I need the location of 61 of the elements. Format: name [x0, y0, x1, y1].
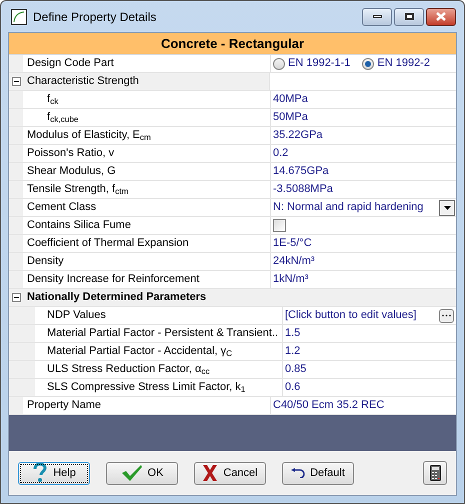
property-value: 24kN/m³: [273, 254, 315, 270]
group-label: Characteristic Strength: [27, 74, 139, 90]
window-title: Define Property Details: [33, 8, 156, 26]
help-button[interactable]: Help: [18, 462, 90, 484]
group-label: Nationally Determined Parameters: [27, 290, 206, 306]
calculator-button[interactable]: [423, 461, 447, 485]
property-label: Contains Silica Fume: [27, 218, 131, 234]
property-label: SLS Compressive Stress Limit Factor, k$_{1}$: [47, 380, 246, 396]
property-label: Density: [27, 254, 64, 270]
property-label: Property Name: [27, 398, 101, 414]
property-label: f$_{ck}$: [47, 92, 58, 108]
ellipsis-icon: [442, 314, 451, 317]
property-value: 35.22GPa: [273, 128, 323, 144]
collapse-icon[interactable]: [12, 293, 20, 302]
property-value: -3.5088MPa: [273, 182, 333, 198]
checkmark-icon: [120, 464, 143, 482]
property-value: 50MPa: [273, 110, 308, 126]
close-icon: [202, 464, 218, 482]
property-value: 0.6: [285, 380, 300, 396]
property-label: Material Partial Factor - Persistent & Transient..: [47, 326, 278, 342]
property-value: 14.675GPa: [273, 164, 329, 180]
question-mark-icon: [32, 463, 48, 483]
app-icon: [11, 8, 27, 24]
maximize-button[interactable]: [394, 8, 424, 26]
close-button[interactable]: [426, 8, 456, 26]
close-icon: [436, 12, 446, 21]
property-label: Density Increase for Reinforcement: [27, 272, 200, 288]
ellipsis-button[interactable]: [439, 308, 454, 322]
property-label: Cement Class: [27, 200, 96, 216]
property-label: Shear Modulus, G: [27, 164, 116, 180]
property-label: Poisson's Ratio, v: [27, 146, 114, 162]
collapse-icon[interactable]: [12, 77, 20, 86]
property-value: C40/50 Ecm 35.2 REC: [273, 398, 384, 414]
property-label: f$_{ck,cube}$: [47, 110, 78, 126]
cancel-button[interactable]: Cancel: [194, 462, 266, 484]
property-label: Design Code Part: [27, 56, 114, 72]
calculator-icon: [430, 465, 440, 481]
property-label: ULS Stress Reduction Factor, α$_{cc}$: [47, 362, 210, 378]
property-value: 1.5: [285, 326, 300, 342]
cement-class-dropdown[interactable]: N: Normal and rapid hardening: [273, 199, 456, 216]
section-header: Concrete - Rectangular: [9, 33, 456, 55]
property-label: Coefficient of Thermal Expansion: [27, 236, 189, 252]
minimize-button[interactable]: [362, 8, 392, 26]
property-label: Modulus of Elasticity, E$_{cm}$: [27, 128, 151, 144]
undo-icon: [291, 468, 306, 478]
property-value: 1E-5/°C: [273, 236, 312, 252]
property-value: 1kN/m³: [273, 272, 308, 288]
radio-option[interactable]: EN 1992-1-1: [273, 55, 350, 72]
property-value: 0.2: [273, 146, 288, 162]
radio-option[interactable]: EN 1992-2: [362, 55, 430, 72]
property-label: Tensile Strength, f$_{ctm}$: [27, 182, 128, 198]
property-value: [Click button to edit values]: [285, 308, 416, 324]
property-value: 40MPa: [273, 92, 308, 108]
default-button[interactable]: Default: [282, 462, 354, 484]
dropdown-arrow-icon: [444, 206, 450, 210]
property-label: NDP Values: [47, 308, 106, 324]
checkbox[interactable]: [273, 219, 286, 232]
ok-button[interactable]: OK: [106, 462, 178, 484]
property-value: 0.85: [285, 362, 306, 378]
property-label: Material Partial Factor - Accidental, γ$_{C}$: [47, 344, 232, 360]
property-value: 1.2: [285, 344, 300, 360]
